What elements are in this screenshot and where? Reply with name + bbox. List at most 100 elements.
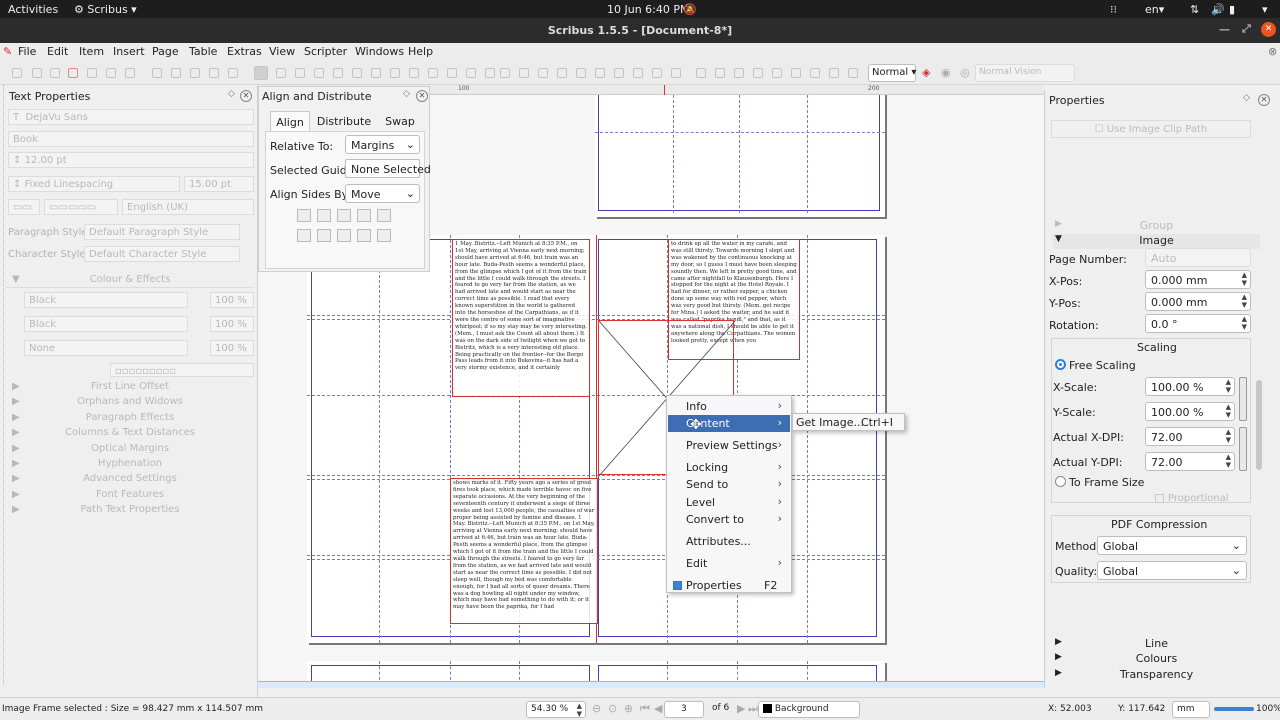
stroke-shade-field[interactable]: 100 % xyxy=(210,292,254,308)
align-bottom-icon[interactable] xyxy=(377,229,391,242)
link-dpi-icon[interactable] xyxy=(1239,427,1247,471)
table-icon[interactable] xyxy=(333,68,343,78)
activities-button[interactable]: Activities xyxy=(8,3,58,16)
preview-icon[interactable]: ◉ xyxy=(941,66,951,79)
maximize-icon[interactable]: ⤢ xyxy=(1242,22,1251,36)
apps-icon[interactable]: ⁝⁝ xyxy=(1110,3,1117,16)
align-top-edge-icon[interactable] xyxy=(317,229,331,242)
page-number-input[interactable]: 3 xyxy=(664,701,704,718)
spin-arrows-icon[interactable]: ▲ ▼ xyxy=(1226,403,1231,419)
section-font-features[interactable]: ▶ Font Features xyxy=(6,489,254,503)
menu-item-preview-settings[interactable]: Preview Settings › xyxy=(668,437,790,454)
undo-icon[interactable] xyxy=(152,68,162,78)
stroke-colour-select[interactable]: Black xyxy=(24,292,188,308)
section-path-text[interactable]: ▶ Path Text Properties xyxy=(6,504,254,518)
quality-select[interactable]: Global ⌄ xyxy=(1097,561,1247,580)
alignment-buttons[interactable]: ▭▭ xyxy=(8,199,40,215)
link-frames-icon[interactable] xyxy=(576,68,586,78)
calligraphic-icon[interactable] xyxy=(485,68,495,78)
pdf-textfield-icon[interactable] xyxy=(715,68,725,78)
close-window-icon[interactable]: ✕ xyxy=(1261,22,1276,37)
line-section[interactable]: ▶ Line xyxy=(1053,637,1260,652)
close-document-icon[interactable] xyxy=(68,68,78,78)
pdf-button-icon[interactable] xyxy=(671,68,681,78)
transparency-section[interactable]: ▶ Transparency xyxy=(1053,668,1260,683)
menu-file[interactable]: File xyxy=(18,45,36,58)
pdf-combo-icon[interactable] xyxy=(753,68,763,78)
preview-mode-select[interactable]: Normal ▾ xyxy=(868,64,916,82)
menu-windows[interactable]: Windows xyxy=(355,45,404,58)
ypos-field[interactable]: 0.000 mm ▲ ▼ xyxy=(1145,292,1251,311)
menu-item-info[interactable]: Info › xyxy=(668,398,790,415)
font-style-select[interactable]: Book xyxy=(8,131,254,147)
measure-icon[interactable] xyxy=(614,68,624,78)
menu-view[interactable]: View xyxy=(269,45,295,58)
spin-arrows-icon[interactable]: ▲ ▼ xyxy=(577,702,582,718)
menu-item-send-to[interactable]: Send to › xyxy=(668,476,790,493)
arc-icon[interactable] xyxy=(390,68,400,78)
color-management-icon[interactable]: ◈ xyxy=(922,66,930,79)
image-frame-icon[interactable] xyxy=(295,68,305,78)
font-family-select[interactable]: T DejaVu Sans xyxy=(8,109,254,125)
align-left-edge-icon[interactable] xyxy=(317,209,331,222)
line-icon[interactable] xyxy=(428,68,438,78)
spin-arrows-icon[interactable]: ▲ ▼ xyxy=(1226,428,1231,444)
properties-scrollbar[interactable] xyxy=(1256,380,1262,470)
fill-shade-field[interactable]: 100 % xyxy=(210,316,254,332)
print-icon[interactable] xyxy=(87,68,97,78)
menubar-close-icon[interactable]: ⊗ xyxy=(1268,45,1277,58)
align-center-v-icon[interactable] xyxy=(337,229,351,242)
text-effects-buttons[interactable]: ▫▫▫▫▫▫▫▫▫ xyxy=(110,363,254,377)
menu-item-content[interactable]: Content › xyxy=(668,415,790,432)
section-orphans-widows[interactable]: ▶ Orphans and Widows xyxy=(6,396,254,410)
section-hyphenation[interactable]: ▶ Hyphenation xyxy=(6,458,254,472)
section-advanced-settings[interactable]: ▶ Advanced Settings xyxy=(6,473,254,487)
spiral-icon[interactable] xyxy=(409,68,419,78)
edit-mode-icon[interactable]: ◎ xyxy=(960,66,970,79)
rotation-field[interactable]: 0.0 ° ▲ ▼ xyxy=(1145,314,1251,333)
app-menu[interactable]: ⚙ Scribus ▾ xyxy=(74,3,137,16)
align-sides-select[interactable]: Move ⌄ xyxy=(345,184,420,203)
horizontal-scrollbar[interactable] xyxy=(258,681,1044,688)
edit-text-icon[interactable] xyxy=(557,68,567,78)
selected-guide-field[interactable]: None Selected xyxy=(345,159,431,178)
colour-effects-section[interactable]: ▼ Colour & Effects xyxy=(6,274,254,288)
linespacing-field[interactable]: 15.00 pt xyxy=(184,176,254,192)
menu-item[interactable]: Item xyxy=(79,45,104,58)
redo-icon[interactable] xyxy=(171,68,181,78)
minimize-icon[interactable]: — xyxy=(1219,23,1230,36)
pdf-radio-icon[interactable] xyxy=(734,68,744,78)
shape-icon[interactable] xyxy=(352,68,362,78)
align-right-icon[interactable] xyxy=(377,209,391,222)
select-tool-icon[interactable] xyxy=(254,66,268,80)
previous-page-icon[interactable]: ◀ xyxy=(654,702,662,715)
close-panel-icon[interactable]: ✕ xyxy=(1258,94,1270,106)
text-frame[interactable]: shows marks of it. Fifty years ago a ser… xyxy=(450,478,598,624)
freehand-icon[interactable] xyxy=(466,68,476,78)
group-section[interactable]: ▶ Group xyxy=(1053,219,1260,234)
align-top-icon[interactable] xyxy=(297,229,311,242)
float-panel-icon[interactable]: ◇ xyxy=(403,89,410,99)
menu-item-level[interactable]: Level › xyxy=(668,494,790,511)
section-first-line-offset[interactable]: ▶ First Line Offset xyxy=(6,381,254,395)
paragraph-style-select[interactable]: Default Paragraph Style xyxy=(84,224,240,240)
section-paragraph-effects[interactable]: ▶ Paragraph Effects xyxy=(6,412,254,426)
polygon-icon[interactable] xyxy=(371,68,381,78)
pdf-checkbox-icon[interactable] xyxy=(696,68,706,78)
fill-colour-select[interactable]: Black xyxy=(24,316,188,332)
zoom-icon[interactable] xyxy=(519,68,529,78)
pdf-annotation-icon[interactable] xyxy=(791,68,801,78)
text-frame-icon[interactable] xyxy=(276,68,286,78)
zoom-slider[interactable] xyxy=(1214,707,1254,711)
cut-icon[interactable] xyxy=(190,68,200,78)
close-panel-icon[interactable]: ✕ xyxy=(416,90,428,102)
zoom-in-icon[interactable]: ⊕ xyxy=(624,702,633,715)
yscale-field[interactable]: 100.00 % ▲ ▼ xyxy=(1145,402,1235,421)
ydpi-field[interactable]: 72.00 ▲ ▼ xyxy=(1145,452,1235,471)
spin-arrows-icon[interactable]: ▲ ▼ xyxy=(1226,378,1231,394)
menu-help[interactable]: Help xyxy=(408,45,433,58)
to-frame-size-radio[interactable] xyxy=(1055,476,1066,487)
use-clip-path-checkbox[interactable]: ☐ Use Image Clip Path xyxy=(1051,120,1251,138)
xpos-field[interactable]: 0.000 mm ▲ ▼ xyxy=(1145,270,1251,289)
menu-page[interactable]: Page xyxy=(152,45,179,58)
